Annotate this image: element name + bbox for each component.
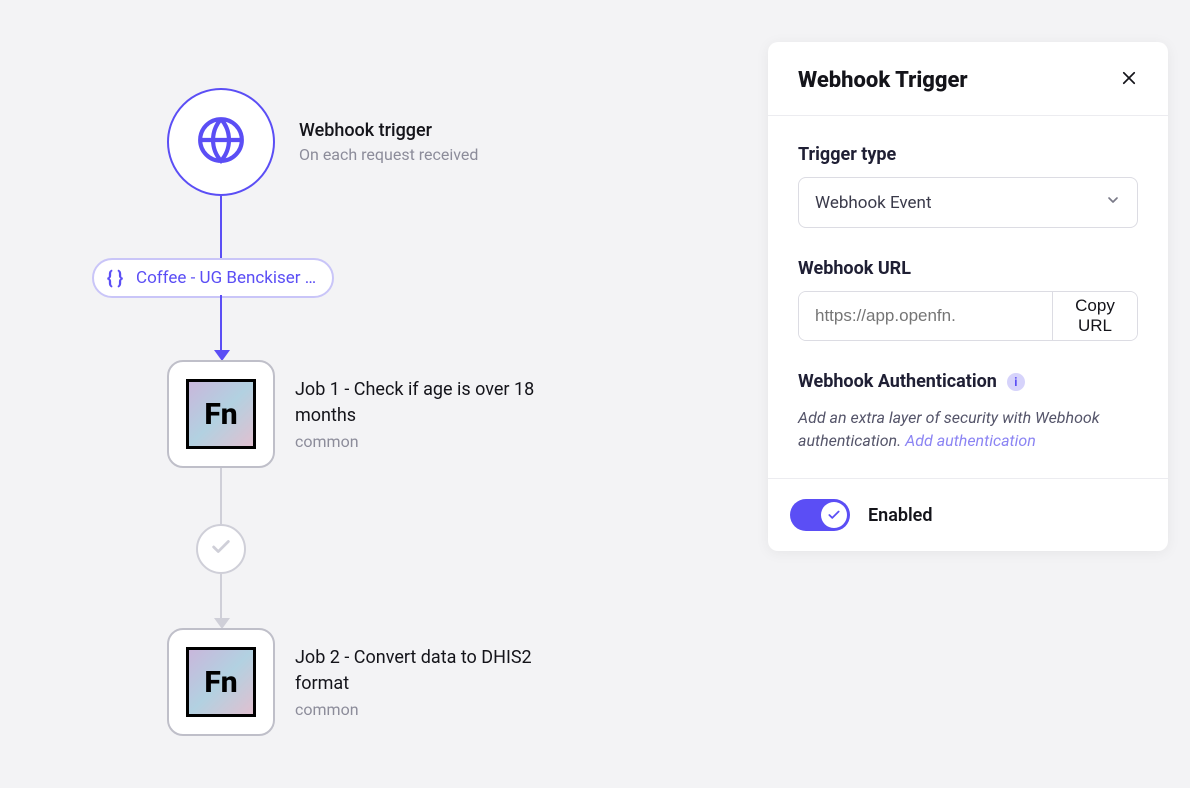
enabled-toggle[interactable] [790,499,850,531]
add-authentication-link[interactable]: Add authentication [905,431,1036,450]
job-title: Job 1 - Check if age is over 18 months [295,377,575,427]
fn-badge-icon: Fn [186,647,256,717]
auth-label-row: Webhook Authentication i [798,371,1138,392]
edge-line [220,196,222,258]
panel-body: Trigger type Webhook Event Webhook URL C… [768,116,1168,478]
job-node-1[interactable]: Fn Job 1 - Check if age is over 18 month… [167,360,575,468]
trigger-labels: Webhook trigger On each request received [299,120,478,164]
edge-line [220,295,222,355]
job-adaptor: common [295,432,575,451]
workflow-canvas: Webhook trigger On each request received… [0,0,770,788]
webhook-url-input[interactable] [799,292,1052,340]
panel-footer: Enabled [768,478,1168,551]
job-adaptor: common [295,700,575,719]
job-labels: Job 2 - Convert data to DHIS2 format com… [295,645,575,718]
panel-header: Webhook Trigger [768,42,1168,116]
check-icon [210,536,232,562]
trigger-subtitle: On each request received [299,145,478,164]
edge-line [220,574,222,620]
chevron-down-icon [1105,192,1121,213]
job-tile: Fn [167,360,275,468]
edge-label-text: Coffee - UG Benckiser … [136,268,316,288]
webhook-auth-section: Webhook Authentication i Add an extra la… [798,371,1138,452]
edge-label-pill[interactable]: { } Coffee - UG Benckiser … [92,258,334,298]
enabled-label: Enabled [868,505,933,526]
info-icon[interactable]: i [1007,373,1025,391]
trigger-type-select[interactable]: Webhook Event [798,177,1138,228]
job-node-2[interactable]: Fn Job 2 - Convert data to DHIS2 format … [167,628,575,736]
job-tile: Fn [167,628,275,736]
close-icon [1120,70,1138,92]
trigger-circle [167,88,275,196]
edge-condition-node[interactable] [196,524,246,574]
toggle-knob [821,502,847,528]
edge-line [220,468,222,526]
section-label: Webhook Authentication [798,371,997,392]
webhook-url-section: Webhook URL Copy URL [798,258,1138,341]
trigger-node[interactable]: Webhook trigger On each request received [167,88,478,196]
copy-url-button[interactable]: Copy URL [1052,292,1137,340]
section-label: Trigger type [798,144,1138,165]
fn-badge-icon: Fn [186,379,256,449]
job-title: Job 2 - Convert data to DHIS2 format [295,645,575,695]
panel-title: Webhook Trigger [798,68,968,93]
trigger-type-section: Trigger type Webhook Event [798,144,1138,228]
braces-icon: { } [104,267,126,289]
trigger-title: Webhook trigger [299,120,478,141]
auth-description: Add an extra layer of security with Webh… [798,406,1138,452]
url-row: Copy URL [798,291,1138,341]
section-label: Webhook URL [798,258,1138,279]
trigger-panel: Webhook Trigger Trigger type Webhook Eve… [768,42,1168,551]
job-labels: Job 1 - Check if age is over 18 months c… [295,377,575,450]
select-value: Webhook Event [815,193,932,213]
close-button[interactable] [1120,69,1138,93]
globe-icon [196,115,246,169]
